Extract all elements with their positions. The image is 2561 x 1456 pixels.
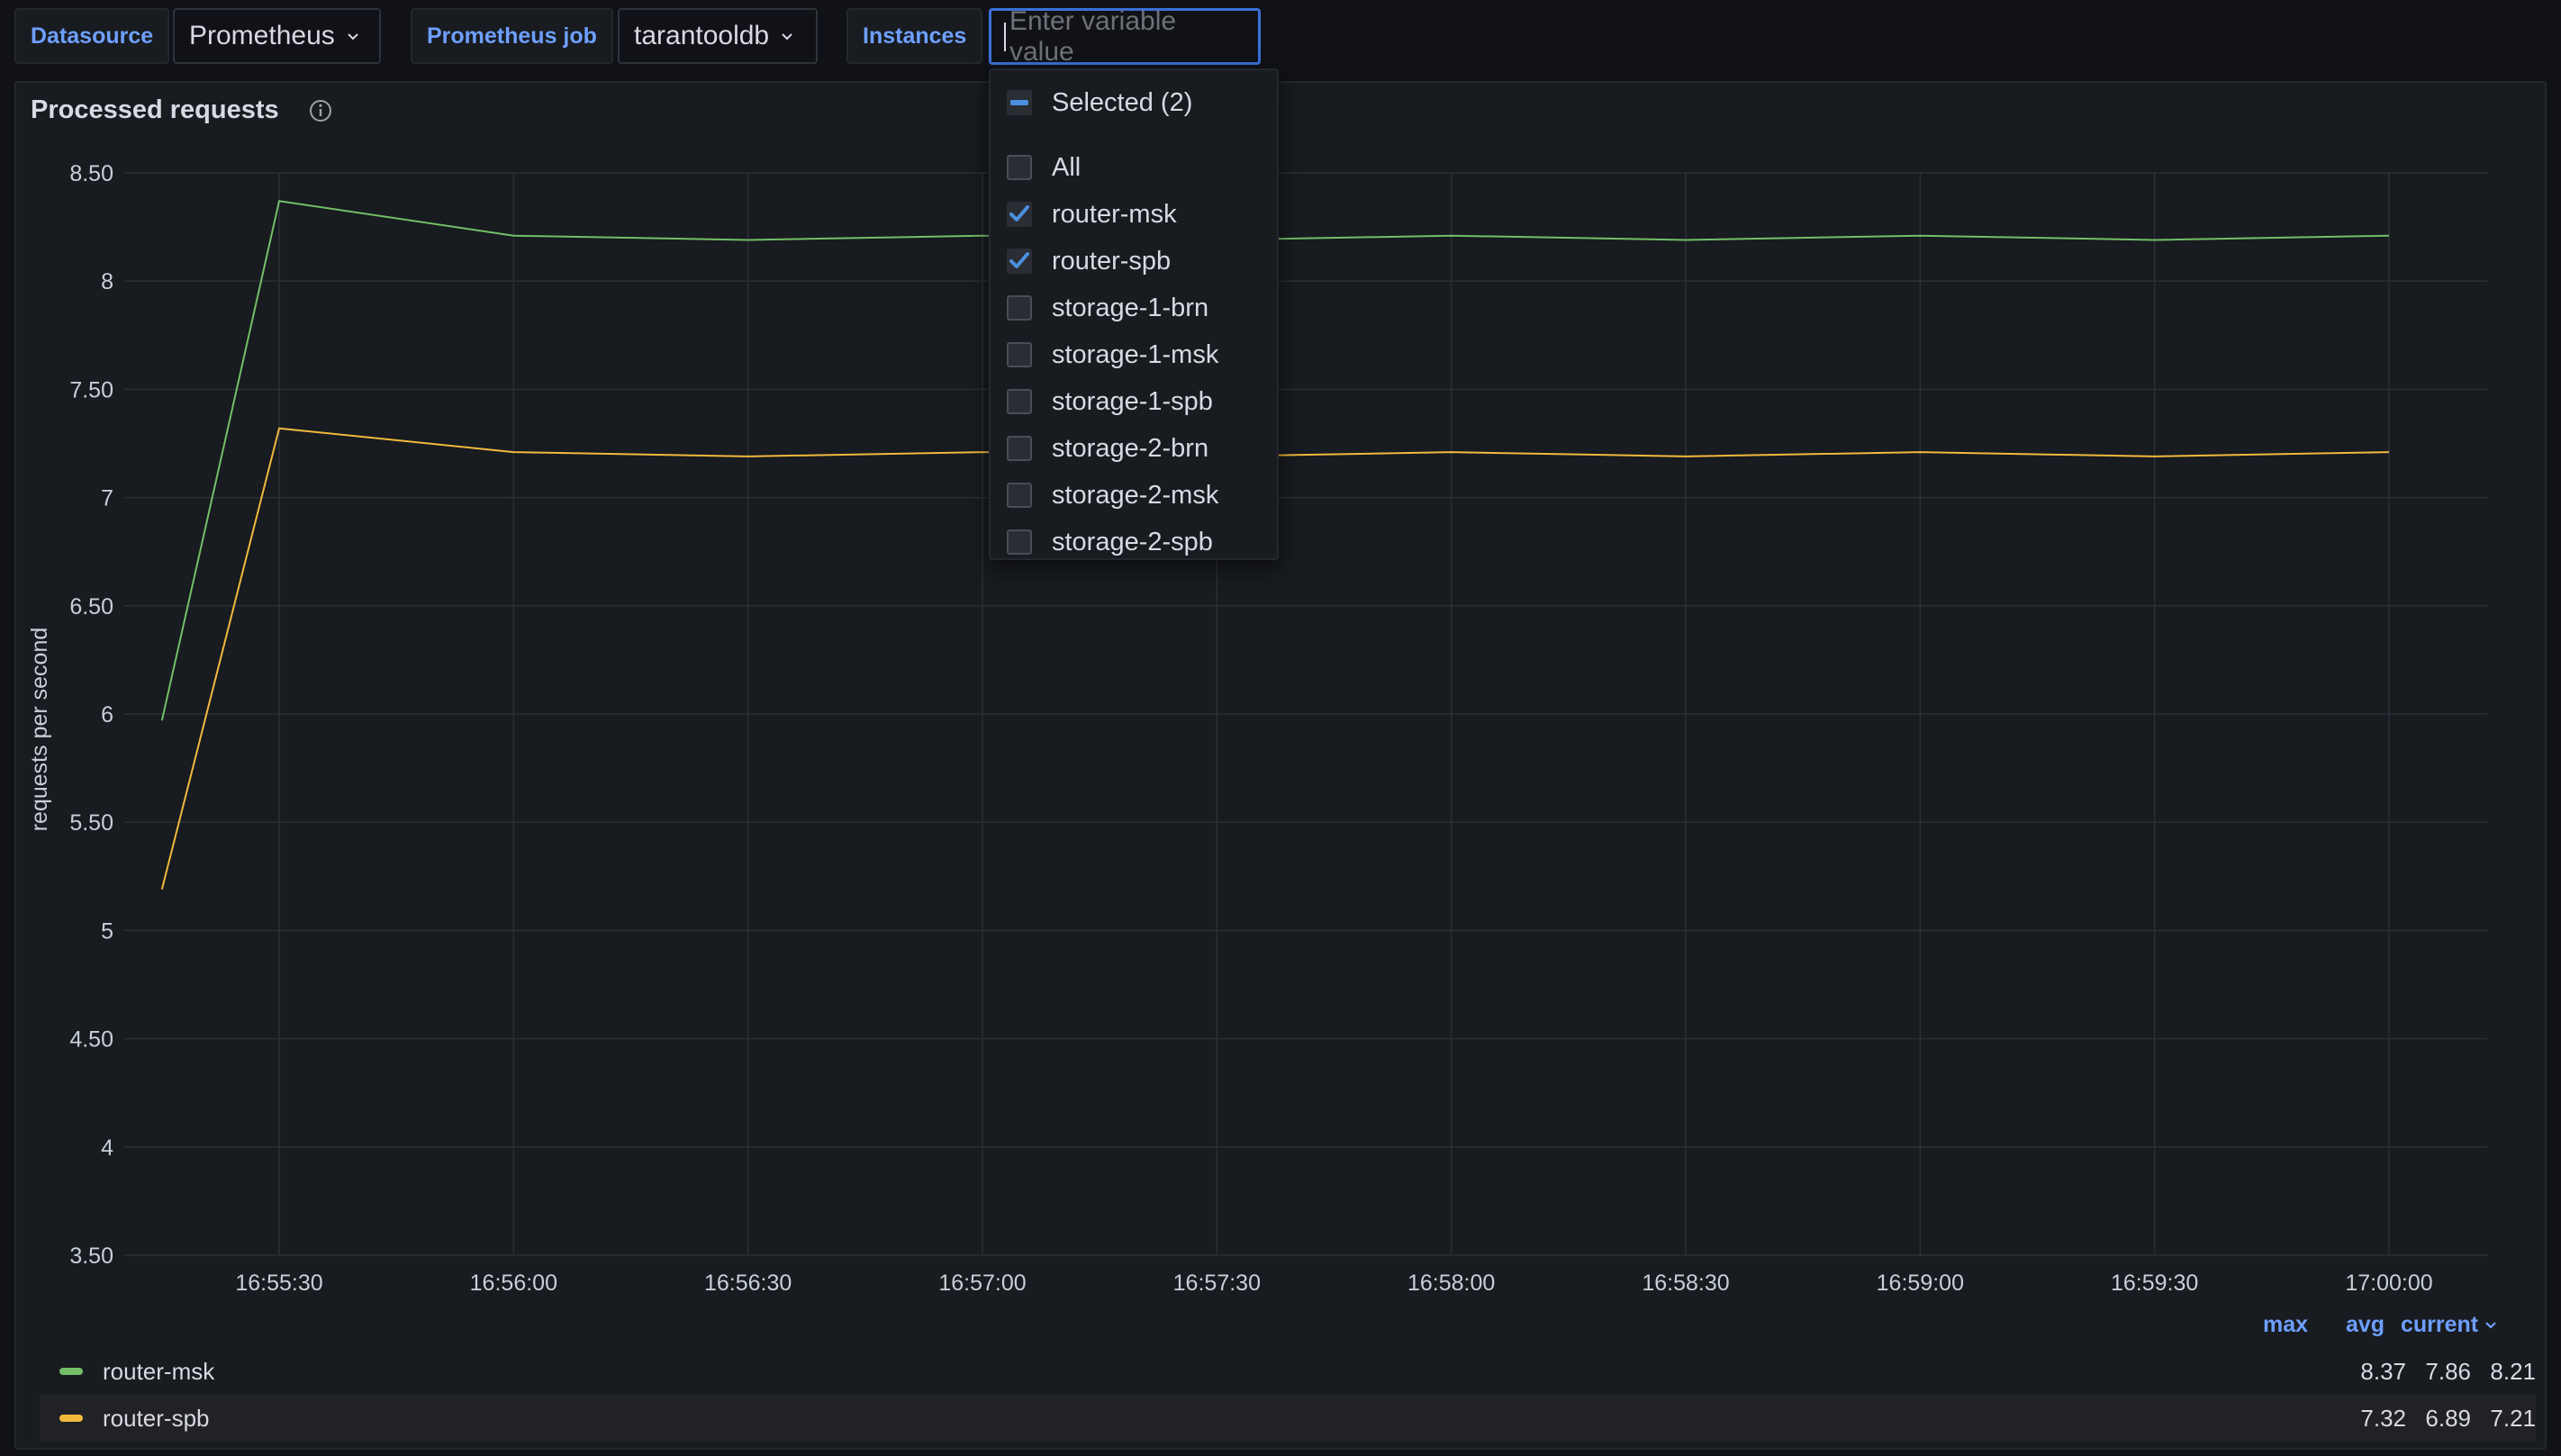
instance-option-storage-2-msk[interactable]: storage-2-msk [1007,474,1218,517]
datasource-value: Prometheus [189,21,335,50]
prometheus-job-select[interactable]: tarantooldb [618,8,818,64]
series-color-swatch [59,1368,83,1375]
checked-checkbox-icon[interactable] [1007,202,1032,227]
y-tick-label: 8 [101,269,113,294]
instance-option-label: router-msk [1052,199,1177,229]
instance-option-label: router-spb [1052,246,1172,276]
instance-option-storage-1-msk[interactable]: storage-1-msk [1007,333,1218,376]
text-caret [1004,22,1006,51]
selected-summary-option[interactable]: Selected (2) [1007,81,1192,124]
legend-max-value: 8.37 [2360,1357,2406,1385]
legend-header-max[interactable]: max [2263,1312,2308,1338]
instances-dropdown: Selected (2) All router-msk router-spb stor… [989,68,1279,560]
instances-search-input[interactable]: Enter variable value [989,5,1261,67]
y-tick-label: 8.50 [69,161,113,186]
legend-current-value: 7.21 [2490,1404,2536,1432]
instances-placeholder: Enter variable value [1009,5,1177,67]
checkbox-icon[interactable] [1007,436,1032,461]
y-tick-label: 7.50 [69,377,113,402]
datasource-select[interactable]: Prometheus [173,8,381,64]
checked-checkbox-icon[interactable] [1007,249,1032,274]
x-tick-label: 16:58:30 [1642,1271,1729,1296]
y-tick-label: 3.50 [69,1243,113,1269]
x-tick-label: 16:55:30 [235,1271,322,1296]
checkbox-icon[interactable] [1007,389,1032,414]
y-tick-label: 5 [101,918,113,944]
x-tick-label: 16:59:00 [1877,1271,1964,1296]
prometheus-job-label: Prometheus job [411,8,613,64]
legend-max-value: 7.32 [2360,1404,2406,1432]
legend-header-avg[interactable]: avg [2346,1312,2385,1338]
selected-summary-label: Selected (2) [1052,87,1193,117]
instance-option-router-spb[interactable]: router-spb [1007,240,1171,283]
instance-option-label: storage-2-spb [1052,527,1213,556]
instance-option-router-msk[interactable]: router-msk [1007,193,1177,236]
line-chart: requests per second 3.50 4 4.50 5 5.50 6 6.50 7… [27,161,2487,1296]
x-tick-label: 16:56:00 [470,1271,557,1296]
x-tick-label: 16:57:30 [1173,1271,1261,1296]
y-tick-label: 6 [101,702,113,728]
legend-header-current[interactable]: current [2401,1312,2498,1338]
legend-current-value: 8.21 [2490,1357,2536,1385]
datasource-label: Datasource [14,8,170,64]
instance-option-label: storage-1-msk [1052,339,1219,369]
x-tick-label: 16:57:00 [938,1271,1026,1296]
x-tick-label: 16:56:30 [704,1271,792,1296]
instance-option-label: storage-1-brn [1052,293,1209,322]
instance-option-label: storage-2-brn [1052,433,1209,463]
checkbox-icon[interactable] [1007,529,1032,555]
legend-avg-value: 6.89 [2425,1404,2471,1432]
y-tick-label: 7 [101,486,113,511]
partial-checkbox-icon [1007,90,1032,115]
legend-header-current-label: current [2401,1312,2479,1337]
y-tick-label: 5.50 [69,810,113,836]
y-tick-label: 6.50 [69,594,113,619]
variable-bar: Datasource Prometheus Prometheus job tar… [0,0,2561,74]
instance-option-label: All [1052,152,1081,182]
legend-series-name: router-msk [103,1357,215,1385]
legend-avg-value: 7.86 [2425,1357,2471,1385]
checkbox-icon[interactable] [1007,155,1032,180]
legend-series-name: router-spb [103,1404,210,1432]
checkbox-icon[interactable] [1007,295,1032,321]
y-axis-label: requests per second [27,628,52,832]
y-tick-label: 4 [101,1135,113,1161]
x-tick-label: 16:58:00 [1407,1271,1495,1296]
instance-option-storage-2-spb[interactable]: storage-2-spb [1007,520,1213,558]
x-tick-label: 16:59:30 [2111,1271,2198,1296]
sort-desc-icon [2485,1321,2496,1329]
instance-option-all[interactable]: All [1007,146,1081,189]
series-color-swatch [59,1415,83,1422]
legend-row[interactable]: router-spb 7.32 6.89 7.21 [40,1395,2536,1442]
legend-row[interactable]: router-msk 8.37 7.86 8.21 [40,1348,2536,1395]
instances-label: Instances [846,8,983,64]
checkbox-icon[interactable] [1007,483,1032,508]
checkbox-icon[interactable] [1007,342,1032,367]
chevron-down-icon [348,33,358,41]
instance-option-label: storage-2-msk [1052,480,1219,510]
chevron-down-icon [782,33,792,41]
instance-option-storage-1-brn[interactable]: storage-1-brn [1007,286,1208,330]
instance-option-label: storage-1-spb [1052,386,1213,416]
processed-requests-panel: Processed requests requests per second 3… [14,81,2547,1450]
x-tick-label: 17:00:00 [2345,1271,2432,1296]
instance-option-storage-1-spb[interactable]: storage-1-spb [1007,380,1213,423]
instance-option-storage-2-brn[interactable]: storage-2-brn [1007,427,1208,470]
prometheus-job-value: tarantooldb [634,21,770,50]
y-tick-label: 4.50 [69,1027,113,1053]
